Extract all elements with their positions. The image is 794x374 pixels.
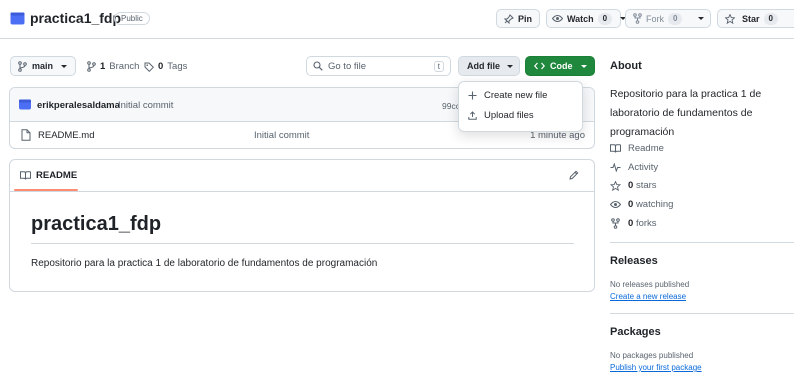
create-release-link[interactable]: Create a new release	[610, 292, 686, 301]
add-file-button[interactable]: Add file	[458, 56, 520, 76]
add-file-menu: Create new file Upload files	[458, 81, 583, 132]
activity-link[interactable]: Activity	[610, 162, 658, 173]
about-description: Repositorio para la practica 1 de labora…	[610, 88, 762, 138]
code-icon	[534, 62, 545, 70]
file-commit-message[interactable]: Initial commit	[254, 130, 309, 141]
sidebar-divider	[610, 313, 794, 314]
activity-link-label: Activity	[628, 162, 659, 173]
readme-link-label: Readme	[628, 143, 664, 154]
star-count: 0	[763, 12, 778, 25]
stars-count: 0	[628, 180, 634, 191]
star-icon	[725, 13, 735, 24]
commit-message[interactable]: Initial commit	[118, 100, 173, 111]
tab-readme-label: README	[36, 170, 78, 181]
fork-button[interactable]: Fork 0	[625, 9, 711, 28]
go-to-file-search[interactable]: Go to file t	[306, 56, 451, 76]
stars-label: stars	[635, 180, 657, 191]
search-placeholder: Go to file	[328, 60, 367, 72]
fork-label: Fork	[646, 13, 664, 24]
stars-link[interactable]: 0 stars	[610, 180, 657, 191]
readme-link[interactable]: Readme	[610, 143, 664, 154]
releases-title[interactable]: Releases	[610, 255, 658, 267]
chevron-down-icon[interactable]	[698, 17, 705, 20]
star-icon	[610, 180, 621, 191]
forks-link[interactable]: 0 forks	[610, 218, 657, 229]
tags-count: 0	[158, 61, 164, 72]
branches-count: 1	[100, 61, 106, 72]
branch-icon	[18, 60, 27, 72]
pin-label: Pin	[518, 13, 533, 24]
pulse-icon	[610, 163, 621, 172]
fork-count: 0	[668, 12, 683, 25]
forks-count: 0	[628, 218, 634, 229]
watching-link[interactable]: 0 watching	[610, 199, 673, 210]
repo-icon	[10, 12, 25, 26]
repo-name[interactable]: practica1_fdp	[30, 10, 121, 26]
avatar[interactable]	[19, 99, 31, 110]
readme-tab-divider	[10, 191, 594, 192]
pin-button[interactable]: Pin	[496, 9, 540, 28]
tag-icon	[144, 62, 154, 72]
branch-icon	[87, 61, 96, 72]
star-label: Star	[742, 13, 760, 24]
menu-item-create-file[interactable]: Create new file	[468, 90, 547, 101]
watching-label: watching	[635, 199, 674, 210]
book-icon	[610, 144, 621, 153]
branch-selector[interactable]: main	[10, 56, 76, 76]
publish-package-link[interactable]: Publish your first package	[610, 363, 702, 372]
tags-link[interactable]: 0 Tags	[144, 61, 187, 72]
about-title: About	[610, 60, 642, 72]
menu-item-upload-files[interactable]: Upload files	[468, 110, 534, 121]
sidebar-divider	[610, 242, 794, 243]
code-button[interactable]: Code	[525, 56, 595, 76]
forks-label: forks	[635, 218, 657, 229]
releases-empty-text: No releases published	[610, 280, 690, 289]
pencil-icon[interactable]	[569, 170, 579, 180]
star-button[interactable]: Star 0	[717, 9, 794, 28]
readme-heading: practica1_fdp	[31, 213, 162, 235]
add-file-label: Add file	[467, 61, 500, 71]
upload-icon	[468, 111, 477, 120]
chevron-down-icon	[580, 64, 587, 68]
packages-title[interactable]: Packages	[610, 326, 661, 338]
tab-readme[interactable]: README	[20, 170, 77, 181]
visibility-badge: Public	[114, 12, 150, 25]
commit-author[interactable]: erikperalesaldama	[37, 100, 120, 111]
file-name[interactable]: README.md	[38, 130, 94, 141]
branches-link[interactable]: 1 Branch	[87, 61, 139, 72]
readme-panel: README practica1_fdp Repositorio para la…	[9, 159, 595, 292]
file-icon	[21, 129, 31, 141]
header-divider	[0, 38, 794, 39]
fork-icon	[610, 218, 621, 229]
watch-count: 0	[597, 12, 613, 25]
packages-empty-text: No packages published	[610, 351, 694, 360]
tags-label: Tags	[167, 61, 188, 72]
branches-label: Branch	[109, 61, 140, 72]
keyboard-shortcut-hint: t	[433, 60, 444, 72]
readme-body: Repositorio para la practica 1 de labora…	[31, 258, 378, 269]
watching-count: 0	[628, 199, 634, 210]
plus-icon	[468, 91, 477, 100]
code-label: Code	[550, 61, 573, 71]
eye-icon	[610, 200, 621, 209]
watch-button[interactable]: Watch 0	[546, 9, 627, 28]
menu-item-label: Upload files	[484, 110, 534, 121]
chevron-down-icon	[61, 64, 68, 68]
menu-item-label: Create new file	[484, 90, 548, 101]
branch-name: main	[32, 61, 54, 71]
heading-divider	[31, 243, 574, 244]
eye-icon	[552, 14, 563, 23]
chevron-down-icon	[507, 64, 513, 68]
book-icon	[20, 171, 31, 180]
pin-icon	[504, 13, 514, 24]
search-icon	[313, 61, 323, 71]
fork-icon	[633, 13, 642, 24]
watch-label: Watch	[567, 13, 594, 24]
